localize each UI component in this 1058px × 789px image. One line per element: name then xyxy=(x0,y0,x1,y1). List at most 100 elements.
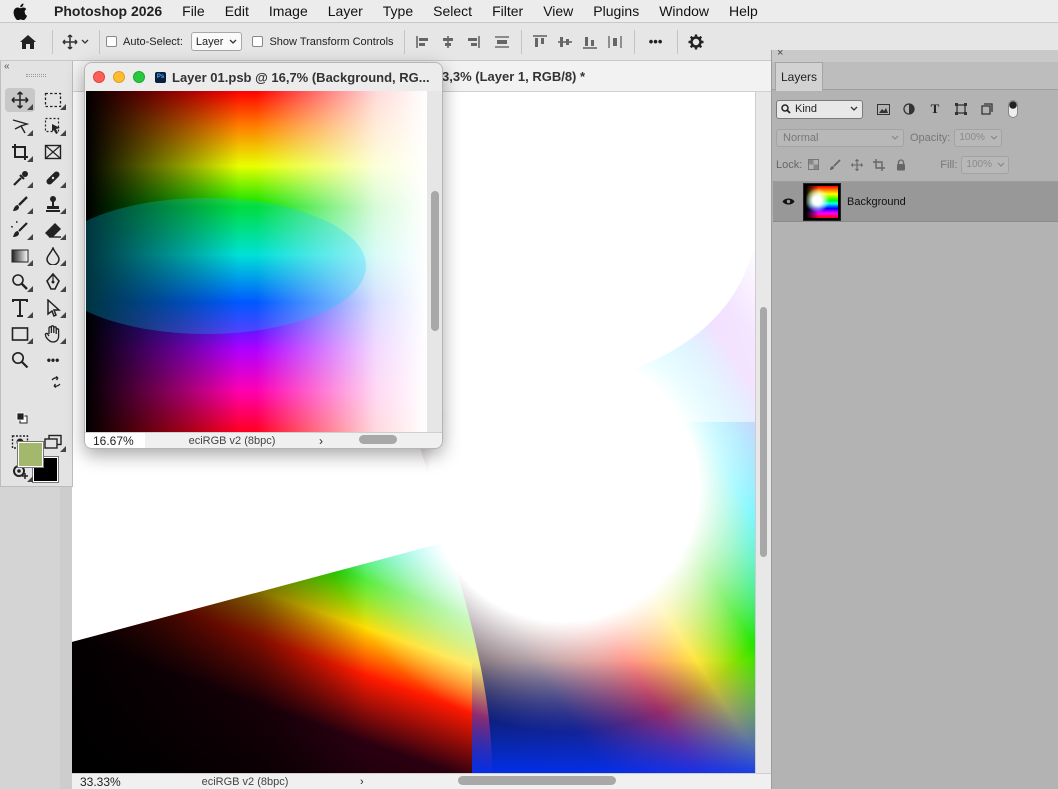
filter-type-icon[interactable]: T xyxy=(923,100,947,118)
fill-label: Fill: xyxy=(940,158,958,171)
lock-all-icon[interactable] xyxy=(890,156,912,174)
floating-zoom-level[interactable]: 16.67% xyxy=(85,433,145,448)
main-horizontal-scroll-thumb[interactable] xyxy=(458,776,616,785)
apple-menu-icon[interactable] xyxy=(0,3,40,20)
collapse-icon[interactable]: « xyxy=(4,61,10,72)
main-status-arrow-icon[interactable]: › xyxy=(360,776,364,788)
object-selection-tool-icon[interactable] xyxy=(38,114,68,138)
dodge-tool-icon[interactable] xyxy=(5,270,35,294)
show-transform-label: Show Transform Controls xyxy=(269,35,394,48)
hand-tool-icon[interactable] xyxy=(38,322,68,346)
opacity-value: 100% xyxy=(959,132,985,143)
menu-select[interactable]: Select xyxy=(423,3,482,19)
type-tool-icon[interactable] xyxy=(5,296,35,320)
filter-shape-icon[interactable] xyxy=(949,100,973,118)
lock-image-pixels-icon[interactable] xyxy=(824,156,846,174)
minimize-window-button[interactable] xyxy=(113,71,125,83)
fill-field[interactable]: 100% xyxy=(961,155,1010,174)
menu-file[interactable]: File xyxy=(172,3,215,19)
rectangle-tool-icon[interactable] xyxy=(5,322,35,346)
main-status-bar: 33.33% eciRGB v2 (8bpc) › xyxy=(72,773,771,789)
default-colors-icon[interactable] xyxy=(16,412,28,427)
frame-tool-icon[interactable] xyxy=(38,140,68,164)
filter-kind-value: Kind xyxy=(795,103,818,115)
filter-toggle-switch[interactable] xyxy=(1001,100,1025,118)
move-tool-icon[interactable] xyxy=(5,88,35,112)
menu-layer[interactable]: Layer xyxy=(318,3,373,19)
align-horizontal-center-icon[interactable] xyxy=(436,30,461,54)
tab-layers[interactable]: Layers xyxy=(775,62,823,91)
floating-vertical-scroll-thumb[interactable] xyxy=(431,191,439,331)
auto-select-dropdown[interactable]: Layer xyxy=(190,32,243,51)
layer-row[interactable]: Background xyxy=(773,182,1058,222)
more-options-icon[interactable]: ••• xyxy=(641,30,671,54)
panel-grip[interactable] xyxy=(26,74,46,77)
menu-filter[interactable]: Filter xyxy=(482,3,533,19)
opacity-field[interactable]: 100% xyxy=(954,128,1003,147)
chevron-down-icon xyxy=(891,135,899,140)
filter-smart-object-icon[interactable] xyxy=(975,100,999,118)
menu-window[interactable]: Window xyxy=(649,3,719,19)
menu-help[interactable]: Help xyxy=(719,3,768,19)
main-vertical-scroll-thumb[interactable] xyxy=(760,307,767,557)
marquee-tool-icon[interactable] xyxy=(38,88,68,112)
path-selection-tool-icon[interactable] xyxy=(38,296,68,320)
align-left-icon[interactable] xyxy=(411,30,436,54)
menu-image[interactable]: Image xyxy=(259,3,318,19)
main-document-title[interactable]: 3,3% (Layer 1, RGB/8) * xyxy=(442,69,585,84)
more-tools-icon[interactable]: ••• xyxy=(38,348,68,372)
lasso-tool-icon[interactable] xyxy=(5,114,35,138)
menu-edit[interactable]: Edit xyxy=(215,3,259,19)
lock-artboard-icon[interactable] xyxy=(868,156,890,174)
layer-name[interactable]: Background xyxy=(847,196,906,208)
menu-plugins[interactable]: Plugins xyxy=(583,3,649,19)
floating-window-titlebar[interactable]: Ps Layer 01.psb @ 16,7% (Background, RG.… xyxy=(85,63,442,91)
pen-tool-icon[interactable] xyxy=(38,270,68,294)
floating-color-profile: eciRGB v2 (8bpc) xyxy=(188,435,276,447)
photoshop-document-icon: Ps xyxy=(155,71,166,83)
chevron-down-icon xyxy=(229,39,237,44)
filter-adjustment-icon[interactable] xyxy=(897,100,921,118)
swap-colors-icon[interactable] xyxy=(50,375,62,391)
main-zoom-level[interactable]: 33.33% xyxy=(72,775,130,789)
floating-horizontal-scroll-thumb[interactable] xyxy=(359,435,397,444)
home-icon[interactable] xyxy=(10,27,46,57)
main-color-profile: eciRGB v2 (8bpc) xyxy=(201,775,289,788)
blend-mode-dropdown[interactable]: Normal xyxy=(776,128,904,147)
filter-pixel-icon[interactable] xyxy=(871,100,895,118)
menu-type[interactable]: Type xyxy=(373,3,423,19)
app-menu[interactable]: Photoshop 2026 xyxy=(40,3,172,19)
floating-canvas[interactable] xyxy=(86,91,427,432)
crop-tool-icon[interactable] xyxy=(5,140,35,164)
zoom-tool-icon[interactable] xyxy=(5,348,35,372)
blur-tool-icon[interactable] xyxy=(38,244,68,268)
align-bottom-icon[interactable] xyxy=(578,30,603,54)
lock-position-icon[interactable] xyxy=(846,156,868,174)
close-panel-icon[interactable]: × xyxy=(777,47,783,59)
menu-view[interactable]: View xyxy=(533,3,583,19)
auto-select-checkbox[interactable] xyxy=(106,36,117,47)
align-vertical-center-icon[interactable] xyxy=(553,30,578,54)
zoom-window-button[interactable] xyxy=(133,71,145,83)
lock-transparent-pixels-icon[interactable] xyxy=(802,156,824,174)
eraser-tool-icon[interactable] xyxy=(38,218,68,242)
distribute-vertical-icon[interactable] xyxy=(490,30,515,54)
history-brush-tool-icon[interactable] xyxy=(5,218,35,242)
floating-status-arrow-icon[interactable]: › xyxy=(319,434,323,448)
eye-icon[interactable] xyxy=(773,197,803,206)
gear-icon[interactable] xyxy=(684,30,709,54)
move-tool-preset-icon[interactable] xyxy=(59,33,93,50)
foreground-color-swatch[interactable] xyxy=(17,441,44,468)
clone-stamp-tool-icon[interactable] xyxy=(38,192,68,216)
auto-select-label: Auto-Select: xyxy=(123,35,183,48)
spot-healing-tool-icon[interactable] xyxy=(38,166,68,190)
close-window-button[interactable] xyxy=(93,71,105,83)
brush-tool-icon[interactable] xyxy=(5,192,35,216)
align-right-icon[interactable] xyxy=(461,30,486,54)
align-top-icon[interactable] xyxy=(528,30,553,54)
gradient-tool-icon[interactable] xyxy=(5,244,35,268)
filter-kind-dropdown[interactable]: Kind xyxy=(776,99,863,119)
distribute-horizontal-icon[interactable] xyxy=(603,30,628,54)
show-transform-checkbox[interactable] xyxy=(252,36,264,47)
eyedropper-tool-icon[interactable] xyxy=(5,166,35,190)
